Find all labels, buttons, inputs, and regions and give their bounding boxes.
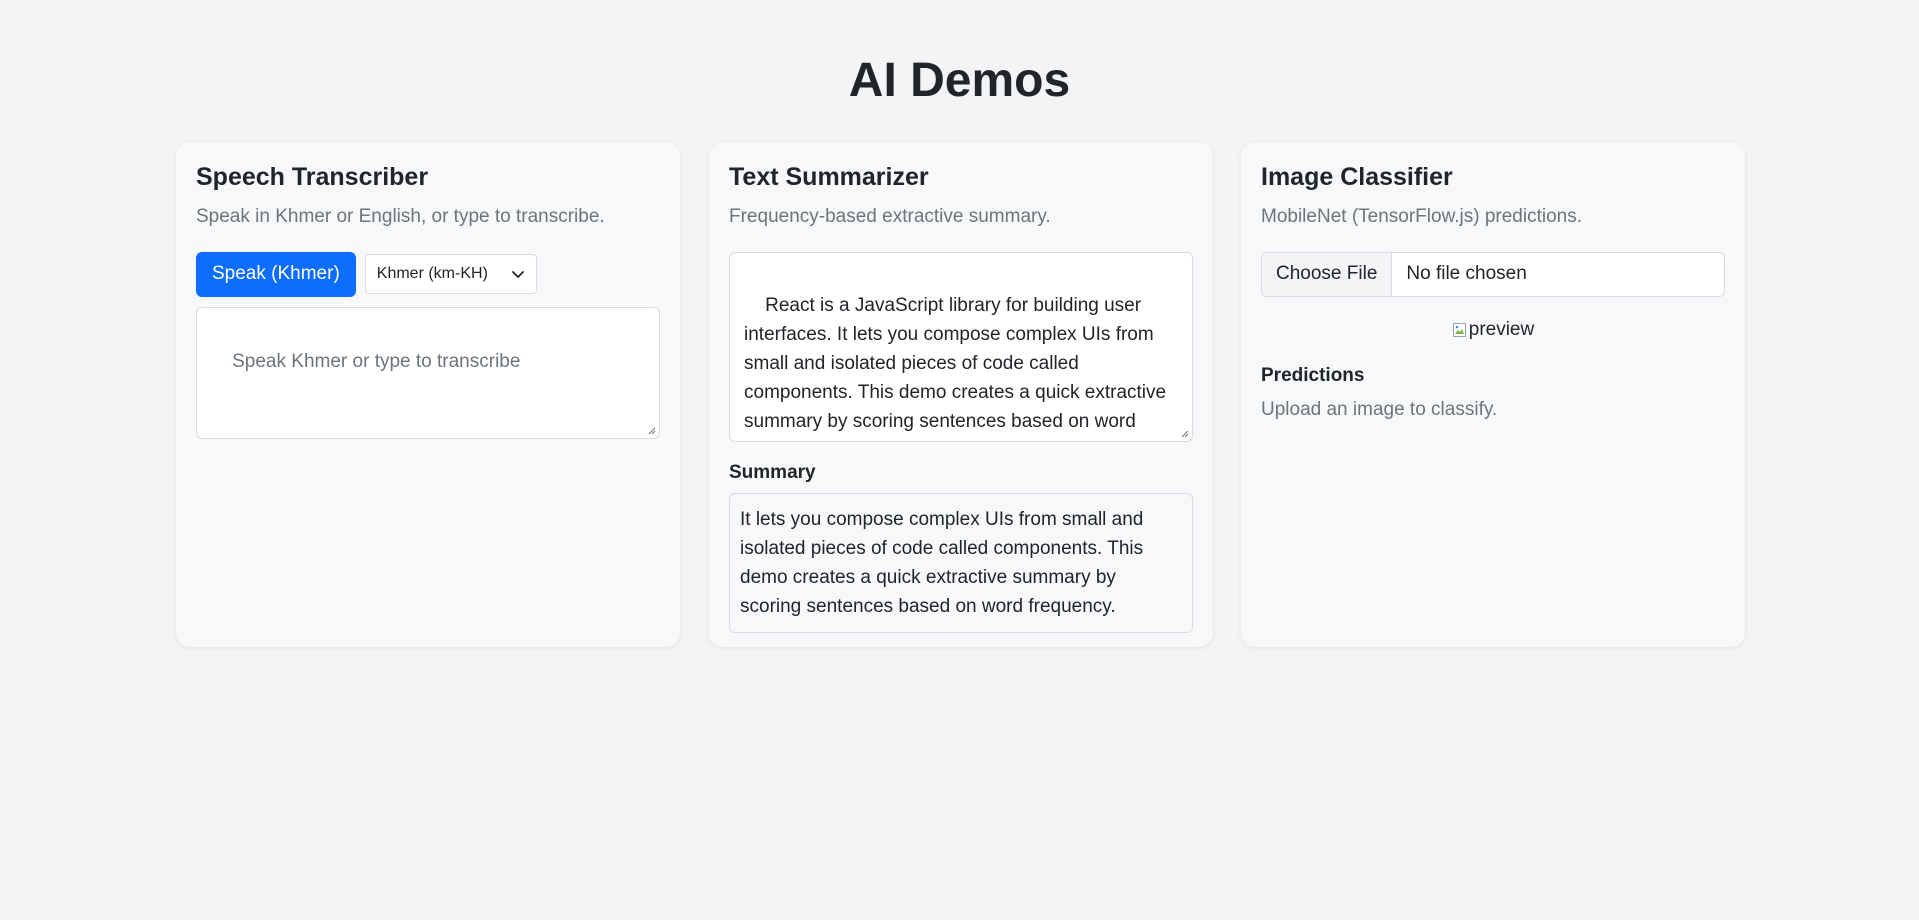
page-title: AI Demos	[848, 54, 1071, 107]
speech-transcriber-card: Speech Transcriber Speak in Khmer or Eng…	[176, 142, 680, 647]
transcript-textarea[interactable]: Speak Khmer or type to transcribe	[196, 306, 660, 439]
summarizer-input-text: React is a JavaScript library for buildi…	[744, 294, 1167, 441]
summary-output: It lets you compose complex UIs from sma…	[729, 492, 1193, 633]
preview-alt-text: preview	[1468, 318, 1535, 340]
card-subtitle: Frequency-based extractive summary.	[729, 206, 1051, 227]
image-preview: preview	[1452, 319, 1534, 341]
speech-controls: Speak (Khmer) Khmer (km-KH)	[196, 251, 660, 297]
language-select[interactable]: Khmer (km-KH)	[364, 254, 537, 295]
summarizer-input-textarea[interactable]: React is a JavaScript library for buildi…	[729, 251, 1193, 442]
language-select-value: Khmer (km-KH)	[376, 265, 488, 283]
image-file-input[interactable]: Choose File No file chosen	[1261, 251, 1725, 297]
broken-image-icon	[1452, 322, 1466, 337]
card-subtitle: MobileNet (TensorFlow.js) predictions.	[1261, 206, 1583, 227]
file-status: No file chosen	[1406, 263, 1527, 285]
resize-handle-icon[interactable]	[647, 426, 656, 435]
card-title: Text Summarizer	[729, 163, 929, 191]
speak-button[interactable]: Speak (Khmer)	[196, 251, 356, 297]
text-summarizer-card: Text Summarizer Frequency-based extracti…	[709, 142, 1213, 647]
predictions-empty: Upload an image to classify.	[1261, 398, 1498, 420]
card-subtitle: Speak in Khmer or English, or type to tr…	[196, 206, 605, 227]
resize-handle-icon[interactable]	[1180, 429, 1189, 438]
choose-file-button[interactable]: Choose File	[1262, 252, 1393, 296]
preview-container: preview	[1261, 319, 1725, 345]
card-title: Image Classifier	[1261, 163, 1453, 191]
chevron-down-icon	[511, 271, 524, 279]
image-classifier-card: Image Classifier MobileNet (TensorFlow.j…	[1241, 142, 1745, 647]
summary-label: Summary	[729, 461, 816, 483]
card-title: Speech Transcriber	[196, 163, 429, 191]
predictions-label: Predictions	[1261, 364, 1365, 386]
transcript-placeholder: Speak Khmer or type to transcribe	[232, 350, 521, 372]
